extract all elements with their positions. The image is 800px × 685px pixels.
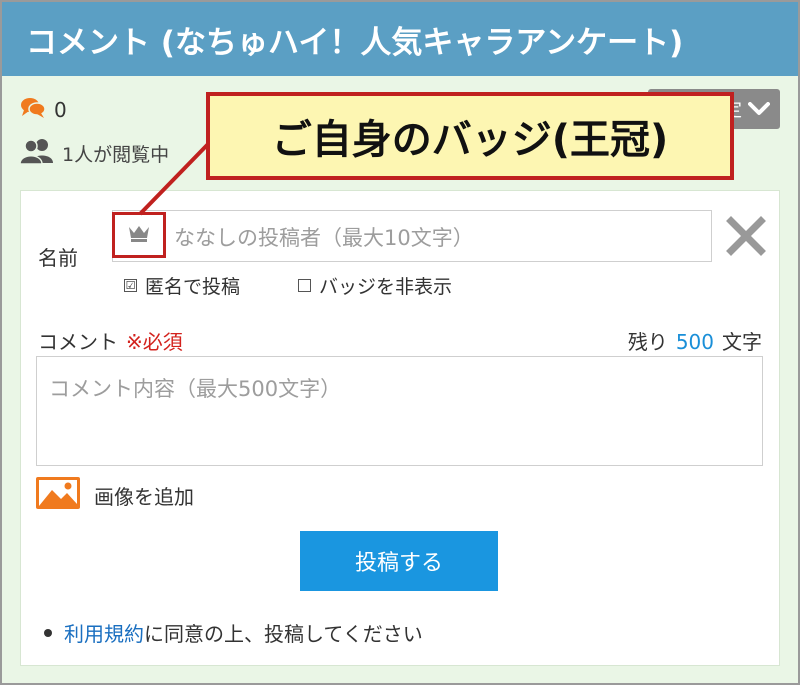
- callout-text: ご自身のバッジ(王冠): [271, 117, 669, 163]
- speech-bubbles-icon: [20, 97, 46, 124]
- comment-count-value: 0: [54, 98, 67, 122]
- viewer-count-label: 1人が閲覧中: [62, 143, 170, 166]
- required-mark: ※必須: [126, 330, 183, 354]
- hide-badge-checkbox[interactable]: [298, 278, 311, 292]
- remaining-counter: 残り 500 文字: [628, 326, 762, 355]
- anonymous-option[interactable]: ☑ 匿名で投稿: [124, 272, 240, 298]
- crown-icon: [127, 223, 151, 247]
- terms-link[interactable]: 利用規約: [64, 622, 144, 646]
- chevron-down-icon: [746, 96, 772, 122]
- badge-button[interactable]: [112, 212, 166, 258]
- close-icon: [726, 216, 766, 260]
- panel-title: コメント (なちゅハイ！人気キャラアンケート): [26, 24, 684, 61]
- name-label: 名前: [38, 246, 78, 270]
- hide-badge-option[interactable]: バッジを非表示: [298, 272, 452, 298]
- bullet: [44, 628, 52, 637]
- add-image-button[interactable]: 画像を追加: [36, 476, 194, 514]
- comment-count: 0: [20, 96, 67, 124]
- terms-text: に同意の上、投稿してください: [144, 622, 423, 646]
- viewer-count: 1人が閲覧中: [19, 138, 170, 169]
- anonymous-checkbox[interactable]: ☑: [124, 278, 137, 292]
- anonymous-label: 匿名で投稿: [145, 275, 241, 298]
- terms-notice: 利用規約に同意の上、投稿してください: [44, 618, 423, 647]
- comment-label-text: コメント: [38, 330, 118, 354]
- comment-textarea[interactable]: コメント内容（最大500文字）: [36, 356, 763, 466]
- comment-placeholder: コメント内容（最大500文字）: [49, 377, 342, 401]
- name-placeholder: ななしの投稿者（最大10文字）: [174, 226, 474, 250]
- image-icon: [36, 476, 80, 514]
- users-icon: [19, 138, 54, 169]
- remaining-count: 500: [675, 330, 714, 354]
- comment-label: コメント ※必須: [38, 326, 183, 355]
- close-button[interactable]: [726, 216, 766, 256]
- panel-header: コメント (なちゅハイ！人気キャラアンケート): [2, 2, 798, 76]
- badge-callout: ご自身のバッジ(王冠): [206, 92, 734, 180]
- submit-button[interactable]: 投稿する: [300, 531, 498, 591]
- remaining-prefix: 残り: [627, 330, 668, 354]
- hide-badge-label: バッジを非表示: [319, 275, 453, 298]
- add-image-label: 画像を追加: [94, 484, 194, 509]
- remaining-suffix: 文字: [722, 330, 762, 354]
